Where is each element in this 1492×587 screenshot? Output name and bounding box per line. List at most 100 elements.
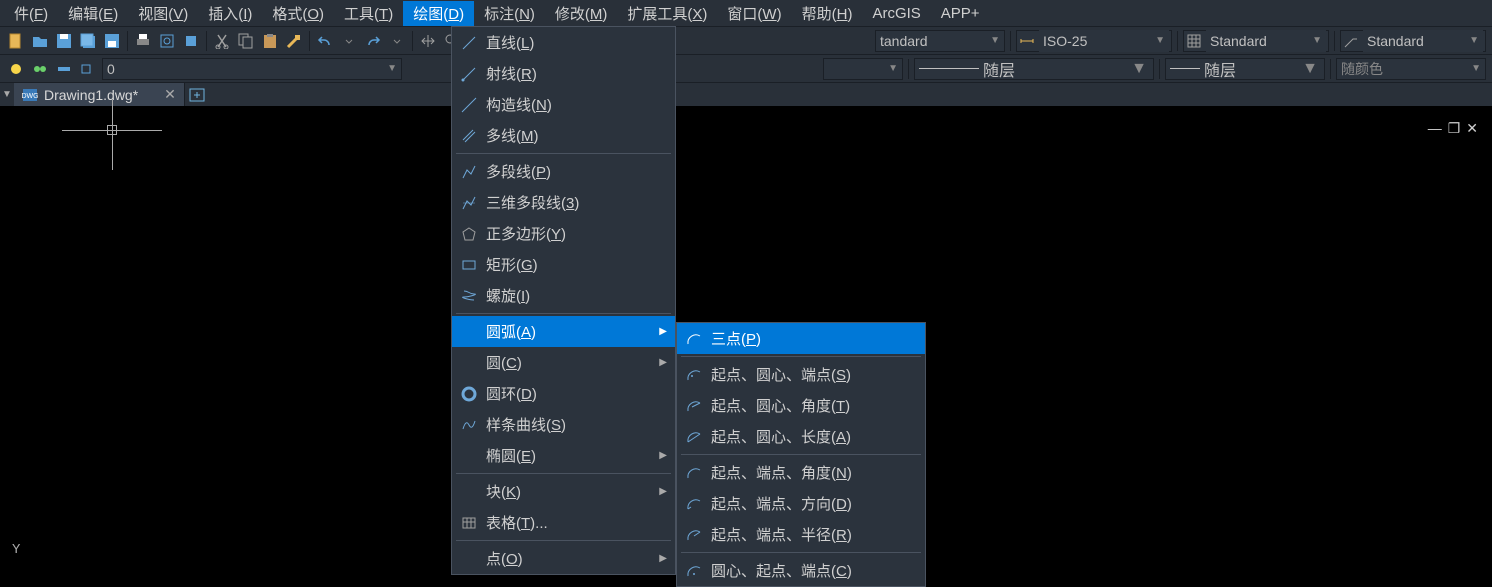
textstyle-combo[interactable]: tandard▼: [875, 30, 1005, 52]
new-tab-button[interactable]: [185, 83, 209, 106]
document-tab[interactable]: DWG Drawing1.dwg* ✕: [14, 83, 185, 106]
submenu-item-arc-sca[interactable]: 起点、圆心、角度(T): [677, 390, 925, 421]
menu-edit[interactable]: 编辑(E): [58, 1, 128, 26]
menu-item-table[interactable]: 表格(T)...: [452, 507, 675, 538]
saveall-button[interactable]: [77, 30, 99, 52]
plotstyle-combo[interactable]: 随颜色▼: [1336, 58, 1486, 80]
table-icon: [1184, 31, 1204, 51]
publish-button[interactable]: [180, 30, 202, 52]
menu-item-ellipse[interactable]: 椭圆(E) ▶: [452, 440, 675, 471]
polygon-icon: [458, 223, 480, 245]
undo-drop[interactable]: [338, 30, 360, 52]
table-icon: [458, 512, 480, 534]
menu-format[interactable]: 格式(O): [262, 1, 334, 26]
menu-item-ray[interactable]: 射线(R): [452, 58, 675, 89]
helix-icon: [458, 285, 480, 307]
submenu-arrow-icon: ▶: [659, 326, 667, 337]
tab-close-button[interactable]: ✕: [164, 86, 176, 103]
redo-button[interactable]: [362, 30, 384, 52]
menu-view[interactable]: 视图(V): [128, 1, 198, 26]
document-window-controls: — ❐ ✕: [1428, 120, 1478, 137]
menu-arcgis[interactable]: ArcGIS: [862, 3, 930, 24]
submenu-item-arc-sce[interactable]: 起点、圆心、端点(S): [677, 359, 925, 390]
arc-3p-icon: [683, 328, 705, 350]
layer-value: 0: [107, 61, 115, 77]
arc-sca-icon: [683, 395, 705, 417]
print-preview-button[interactable]: [156, 30, 178, 52]
ucs-icon: Y: [12, 542, 20, 558]
menu-item-xline[interactable]: 构造线(N): [452, 89, 675, 120]
submenu-item-arc-cse[interactable]: 圆心、起点、端点(C): [677, 555, 925, 586]
menu-insert[interactable]: 插入(I): [198, 1, 262, 26]
copy-button[interactable]: [235, 30, 257, 52]
menu-item-point[interactable]: 点(O) ▶: [452, 543, 675, 574]
menu-window[interactable]: 窗口(W): [717, 1, 791, 26]
arc-sed-icon: [683, 493, 705, 515]
menu-item-rectangle[interactable]: 矩形(G): [452, 249, 675, 280]
tab-list-dropdown[interactable]: ▼: [0, 83, 14, 106]
menu-item-donut[interactable]: 圆环(D): [452, 378, 675, 409]
cut-button[interactable]: [211, 30, 233, 52]
layer-states-button[interactable]: [29, 58, 51, 80]
menu-item-pline[interactable]: 多段线(P): [452, 156, 675, 187]
menu-item-3dpoly[interactable]: 三维多段线(3): [452, 187, 675, 218]
matchprop-button[interactable]: [283, 30, 305, 52]
menu-draw[interactable]: 绘图(D): [403, 1, 474, 26]
submenu-item-arc-3points[interactable]: 三点(P): [677, 323, 925, 354]
menu-file[interactable]: 件(F): [4, 1, 58, 26]
new-button[interactable]: [5, 30, 27, 52]
menu-item-arc[interactable]: 圆弧(A) ▶: [452, 316, 675, 347]
saveas-button[interactable]: [101, 30, 123, 52]
lineweight-combo[interactable]: 随层 ▼: [1165, 58, 1325, 80]
print-button[interactable]: [132, 30, 154, 52]
toolbar-layers: 0▼ ▼ 随层 ▼ 随层 ▼ 随颜色▼: [0, 54, 1492, 82]
save-button[interactable]: [53, 30, 75, 52]
menu-modify[interactable]: 修改(M): [545, 1, 618, 26]
doc-minimize-button[interactable]: —: [1428, 120, 1442, 137]
point-icon: [458, 548, 480, 570]
submenu-arrow-icon: ▶: [659, 450, 667, 461]
undo-button[interactable]: [314, 30, 336, 52]
color-combo-left[interactable]: ▼: [823, 58, 903, 80]
layer-manager-button[interactable]: [5, 58, 27, 80]
dimstyle-combo[interactable]: ISO-25▼: [1016, 30, 1172, 52]
doc-close-button[interactable]: ✕: [1466, 120, 1478, 137]
menu-item-line[interactable]: 直线(L): [452, 27, 675, 58]
submenu-arrow-icon: ▶: [659, 486, 667, 497]
rectangle-icon: [458, 254, 480, 276]
menu-item-polygon[interactable]: 正多边形(Y): [452, 218, 675, 249]
submenu-item-arc-sed[interactable]: 起点、端点、方向(D): [677, 488, 925, 519]
menu-item-circle[interactable]: 圆(C) ▶: [452, 347, 675, 378]
ray-icon: [458, 63, 480, 85]
pan-button[interactable]: [417, 30, 439, 52]
menu-help[interactable]: 帮助(H): [792, 1, 863, 26]
menu-express[interactable]: 扩展工具(X): [617, 1, 717, 26]
submenu-item-arc-sea[interactable]: 起点、端点、角度(N): [677, 457, 925, 488]
tab-filename: Drawing1.dwg*: [44, 87, 138, 103]
submenu-arrow-icon: ▶: [659, 357, 667, 368]
layer-combo[interactable]: 0▼: [102, 58, 402, 80]
menu-dimension[interactable]: 标注(N): [474, 1, 545, 26]
tablestyle-combo[interactable]: Standard▼: [1183, 30, 1329, 52]
document-tabbar: ▼ DWG Drawing1.dwg* ✕: [0, 82, 1492, 106]
menu-appplus[interactable]: APP+: [931, 3, 990, 24]
menu-item-spline[interactable]: 样条曲线(S): [452, 409, 675, 440]
mleaderstyle-combo[interactable]: Standard▼: [1340, 30, 1486, 52]
block-icon: [458, 481, 480, 503]
submenu-item-arc-ser[interactable]: 起点、端点、半径(R): [677, 519, 925, 550]
paste-button[interactable]: [259, 30, 281, 52]
menu-item-mline[interactable]: 多线(M): [452, 120, 675, 151]
menu-item-block[interactable]: 块(K) ▶: [452, 476, 675, 507]
redo-drop[interactable]: [386, 30, 408, 52]
dimension-icon: [1017, 31, 1037, 51]
linetype-combo[interactable]: 随层 ▼: [914, 58, 1154, 80]
submenu-item-arc-scl[interactable]: 起点、圆心、长度(A): [677, 421, 925, 452]
layer-iso-button[interactable]: [53, 58, 75, 80]
menu-item-helix[interactable]: 螺旋(I): [452, 280, 675, 311]
open-button[interactable]: [29, 30, 51, 52]
mleader-icon: [1341, 31, 1361, 51]
layer-prev-button[interactable]: [77, 58, 99, 80]
doc-restore-button[interactable]: ❐: [1448, 120, 1461, 137]
menu-tools[interactable]: 工具(T): [334, 1, 403, 26]
tablestyle-value: Standard: [1210, 33, 1267, 49]
